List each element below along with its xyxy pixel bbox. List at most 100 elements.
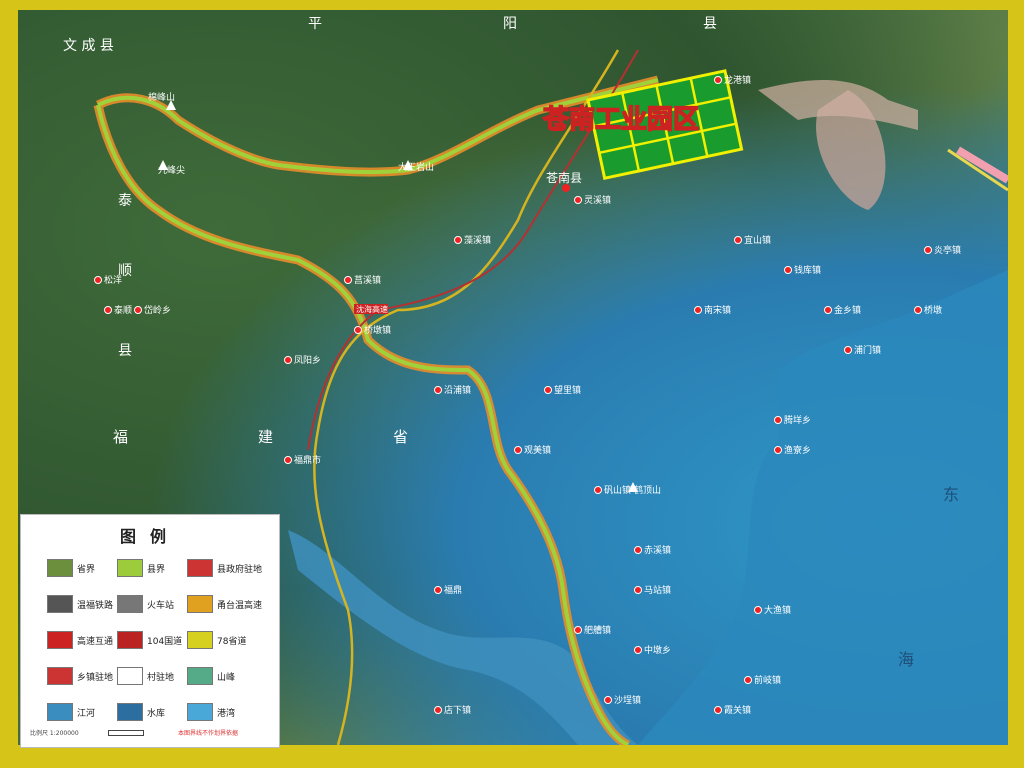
town-label: 金乡镇 xyxy=(834,304,861,316)
legend-label: 高速互通 xyxy=(77,637,114,647)
town-label: 渔寮乡 xyxy=(784,444,811,456)
sea-lane xyxy=(955,146,1008,184)
fujian-char-1: 福 xyxy=(113,428,128,446)
legend-panel: 图例 省界 县界 县政府驻地温福铁路 火车站 甬台温高速高速互通 104国道 78省道乡镇驻… xyxy=(20,514,280,748)
legend-label: 甬台温高速 xyxy=(217,601,263,611)
legend-swatch-icon xyxy=(47,667,73,685)
legend-label: 省界 xyxy=(77,565,96,575)
taishun-char-3: 县 xyxy=(118,343,132,359)
legend-label: 78省道 xyxy=(217,637,247,647)
town-marker-icon[interactable] xyxy=(454,236,462,244)
legend-label: 县政府驻地 xyxy=(217,565,263,575)
town-marker-icon[interactable] xyxy=(634,646,642,654)
town-marker-icon[interactable] xyxy=(574,196,582,204)
legend-swatch-icon xyxy=(117,703,143,721)
legend-swatch-icon xyxy=(117,595,143,613)
town-label: 福鼎 xyxy=(444,584,462,596)
wencheng-county-label: 文 成 县 xyxy=(63,38,114,54)
peak-marker[interactable]: 九峰尖 xyxy=(158,160,185,176)
taishun-char-1: 泰 xyxy=(118,193,132,209)
town-marker-icon[interactable] xyxy=(344,276,352,284)
legend-swatch-icon xyxy=(187,559,213,577)
town-marker-icon[interactable] xyxy=(824,306,832,314)
county-seat-label: 苍南县 xyxy=(546,170,582,185)
legend-title: 图例 xyxy=(119,527,180,546)
town-label: 龙港镇 xyxy=(724,74,751,86)
town-marker-icon[interactable] xyxy=(284,356,292,364)
legend-label: 乡镇驻地 xyxy=(77,673,114,683)
legend-swatch-icon xyxy=(117,631,143,649)
legend-label: 港湾 xyxy=(217,709,236,719)
pingyang-char-1: 平 xyxy=(308,16,322,32)
town-marker-icon[interactable] xyxy=(574,626,582,634)
town-label: 南宋镇 xyxy=(704,304,731,316)
peak-marker[interactable]: 鹤顶山 xyxy=(628,482,661,496)
town-marker-icon[interactable] xyxy=(594,486,602,494)
pingyang-char-3: 县 xyxy=(703,16,717,32)
town-label: 桥墩镇 xyxy=(364,324,391,336)
town-label: 赤溪镇 xyxy=(644,544,671,556)
sea-char-2: 海 xyxy=(898,650,914,669)
town-marker-icon[interactable] xyxy=(104,306,112,314)
town-label: 腾垟乡 xyxy=(784,414,811,426)
town-marker-icon[interactable] xyxy=(694,306,702,314)
fujian-char-2: 建 xyxy=(258,428,273,446)
town-marker-icon[interactable] xyxy=(754,606,762,614)
legend-swatch-icon xyxy=(187,703,213,721)
town-label: 沙埕镇 xyxy=(614,694,641,706)
town-label: 莒溪镇 xyxy=(354,274,381,286)
town-label: 藻溪镇 xyxy=(464,234,491,246)
town-marker-icon[interactable] xyxy=(784,266,792,274)
town-marker-icon[interactable] xyxy=(434,586,442,594)
town-label: 沿浦镇 xyxy=(444,384,471,396)
peak-label: 鹤顶山 xyxy=(634,484,661,496)
town-marker-icon[interactable] xyxy=(134,306,142,314)
town-marker-icon[interactable] xyxy=(774,446,782,454)
legend-label: 水库 xyxy=(147,709,166,719)
town-marker-icon[interactable] xyxy=(734,236,742,244)
town-label: 店下镇 xyxy=(444,704,471,716)
legend-label: 村驻地 xyxy=(147,673,175,683)
legend-swatch-icon xyxy=(187,631,213,649)
town-marker-icon[interactable] xyxy=(924,246,932,254)
sea-char-1: 东 xyxy=(943,485,959,504)
legend-swatch-icon xyxy=(47,595,73,613)
town-marker-icon[interactable] xyxy=(714,706,722,714)
town-marker-icon[interactable] xyxy=(354,326,362,334)
peak-label: 棉峰山 xyxy=(148,91,175,103)
town-label: 宜山镇 xyxy=(744,234,771,246)
town-marker-icon[interactable] xyxy=(844,346,852,354)
legend-label: 县界 xyxy=(147,565,166,575)
legend-swatch-icon xyxy=(117,667,143,685)
town-marker-icon[interactable] xyxy=(604,696,612,704)
town-label: 矾山镇 xyxy=(604,484,631,496)
pingyang-char-2: 阳 xyxy=(503,16,517,32)
town-marker-icon[interactable] xyxy=(634,586,642,594)
legend-label: 江河 xyxy=(77,709,96,719)
town-label: 观美镇 xyxy=(524,444,551,456)
town-marker-icon[interactable] xyxy=(634,546,642,554)
town-marker-icon[interactable] xyxy=(284,456,292,464)
town-marker-icon[interactable] xyxy=(94,276,102,284)
town-marker-icon[interactable] xyxy=(774,416,782,424)
legend-label: 温福铁路 xyxy=(77,601,114,611)
town-marker-icon[interactable] xyxy=(434,386,442,394)
town-label: 桥墩 xyxy=(924,304,942,316)
town-marker-icon[interactable] xyxy=(514,446,522,454)
town-label: 泰顺 xyxy=(114,304,132,316)
town-marker-icon[interactable] xyxy=(744,676,752,684)
town-marker-icon[interactable] xyxy=(544,386,552,394)
legend-swatch-icon xyxy=(47,631,73,649)
town-label: 松洋 xyxy=(104,274,122,286)
county-seat-star-icon xyxy=(562,184,570,192)
town-label: 前岐镇 xyxy=(754,674,781,686)
legend-label: 火车站 xyxy=(147,601,175,611)
fujian-char-3: 省 xyxy=(393,428,408,446)
legend-swatch-icon xyxy=(47,559,73,577)
town-label: 炎亭镇 xyxy=(934,244,961,256)
town-label: 灵溪镇 xyxy=(584,194,611,206)
town-marker-icon[interactable] xyxy=(914,306,922,314)
legend-label: 104国道 xyxy=(147,637,183,647)
town-marker-icon[interactable] xyxy=(714,76,722,84)
town-marker-icon[interactable] xyxy=(434,706,442,714)
